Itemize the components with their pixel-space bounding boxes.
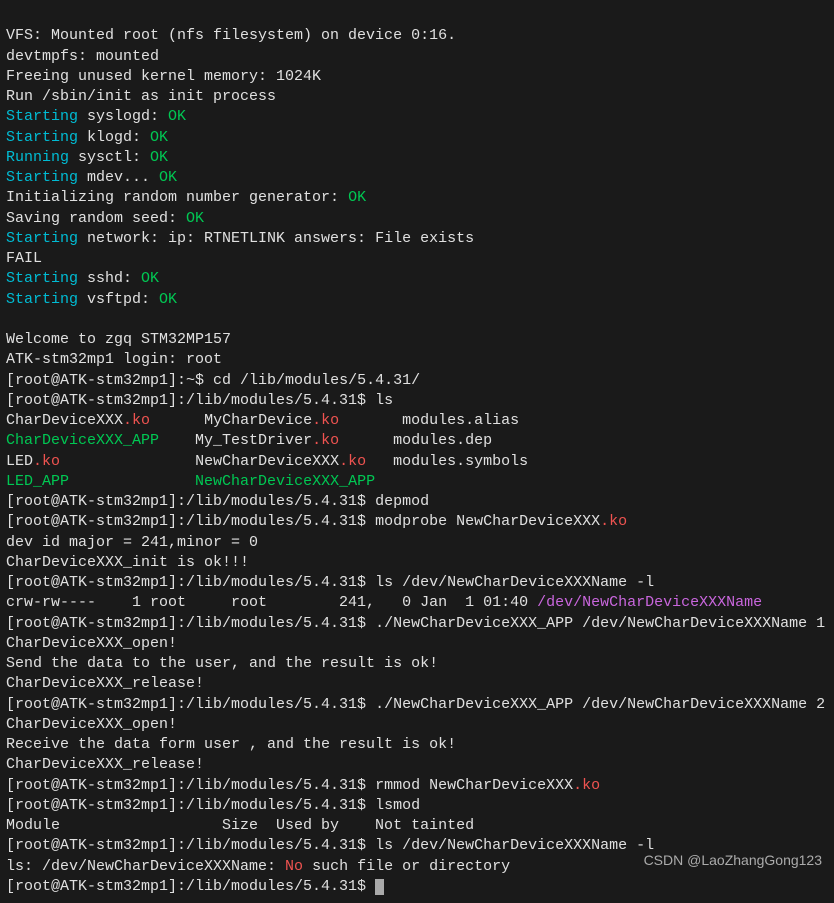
svc-label: Running xyxy=(6,149,69,166)
cmd-cd: cd /lib/modules/5.4.31/ xyxy=(213,372,420,389)
svc-label: Starting xyxy=(6,108,78,125)
svc-status-ok: OK xyxy=(150,149,168,166)
boot-line: Freeing unused kernel memory: 1024K xyxy=(6,68,321,85)
ls-file: MyCharDevice xyxy=(204,412,312,429)
svc-name: Saving random seed: xyxy=(6,210,186,227)
prompt: [root@ATK-stm32mp1]:/lib/modules/5.4.31$ xyxy=(6,615,375,632)
ko-ext: .ko xyxy=(123,412,150,429)
svc-name: mdev... xyxy=(78,169,159,186)
ls-exe: LED_APP xyxy=(6,473,69,490)
prompt: [root@ATK-stm32mp1]:/lib/modules/5.4.31$ xyxy=(6,797,375,814)
svc-name: sysctl: xyxy=(69,149,150,166)
svc-name: vsftpd: xyxy=(78,291,159,308)
cmd-ls: ls xyxy=(375,392,393,409)
prompt: [root@ATK-stm32mp1]:~$ xyxy=(6,372,213,389)
svc-name: Initializing random number generator: xyxy=(6,189,348,206)
svc-label: Starting xyxy=(6,230,78,247)
prompt: [root@ATK-stm32mp1]:/lib/modules/5.4.31$ xyxy=(6,513,375,530)
ls-file: NewCharDeviceXXX xyxy=(195,453,339,470)
out-line: dev id major = 241,minor = 0 xyxy=(6,534,258,551)
ls-file: My_TestDriver xyxy=(195,432,312,449)
cmd-runapp: ./NewCharDeviceXXX_APP /dev/NewCharDevic… xyxy=(375,615,825,632)
out-line: CharDeviceXXX_release! xyxy=(6,675,204,692)
svc-status-ok: OK xyxy=(186,210,204,227)
svc-label: Starting xyxy=(6,169,78,186)
out-line: Send the data to the user, and the resul… xyxy=(6,655,438,672)
boot-line: Run /sbin/init as init process xyxy=(6,88,276,105)
out-line: Receive the data form user , and the res… xyxy=(6,736,456,753)
cmd-lsmod: lsmod xyxy=(375,797,420,814)
cmd-lsdev: ls /dev/NewCharDeviceXXXName -l xyxy=(375,574,654,591)
welcome-banner: Welcome to zgq STM32MP157 xyxy=(6,331,231,348)
ls-exe: NewCharDeviceXXX_APP xyxy=(195,473,375,490)
ko-ext: .ko xyxy=(312,432,339,449)
ko-ext: .ko xyxy=(33,453,60,470)
login-prompt: ATK-stm32mp1 login: root xyxy=(6,351,222,368)
prompt: [root@ATK-stm32mp1]:/lib/modules/5.4.31$ xyxy=(6,493,375,510)
prompt: [root@ATK-stm32mp1]:/lib/modules/5.4.31$ xyxy=(6,777,375,794)
boot-line: VFS: Mounted root (nfs filesystem) on de… xyxy=(6,27,456,44)
out-line: CharDeviceXXX_open! xyxy=(6,716,177,733)
svc-status-ok: OK xyxy=(159,291,177,308)
prompt: [root@ATK-stm32mp1]:/lib/modules/5.4.31$ xyxy=(6,837,375,854)
lsmod-header: Module Size Used by Not tainted xyxy=(6,817,474,834)
ls-file: CharDeviceXXX xyxy=(6,412,123,429)
ls-file: LED xyxy=(6,453,33,470)
svc-status-ok: OK xyxy=(150,129,168,146)
boot-line: devtmpfs: mounted xyxy=(6,48,159,65)
err-prefix: ls: /dev/NewCharDeviceXXXName: xyxy=(6,858,285,875)
svc-label: Starting xyxy=(6,291,78,308)
ko-ext: .ko xyxy=(573,777,600,794)
svc-name: klogd: xyxy=(78,129,150,146)
svc-status-ok: OK xyxy=(159,169,177,186)
ko-ext: .ko xyxy=(339,453,366,470)
ko-ext: .ko xyxy=(600,513,627,530)
ls-file: modules.dep xyxy=(393,432,492,449)
svc-label: Starting xyxy=(6,270,78,287)
svc-status-ok: OK xyxy=(141,270,159,287)
svc-status-fail: FAIL xyxy=(6,250,42,267)
out-line: CharDeviceXXX_release! xyxy=(6,756,204,773)
ls-file: modules.symbols xyxy=(393,453,528,470)
cmd-runapp: ./NewCharDeviceXXX_APP /dev/NewCharDevic… xyxy=(375,696,825,713)
svc-label: Starting xyxy=(6,129,78,146)
svc-status-ok: OK xyxy=(168,108,186,125)
watermark: CSDN @LaoZhangGong123 xyxy=(644,851,822,870)
ko-ext: .ko xyxy=(312,412,339,429)
cursor[interactable] xyxy=(375,879,384,895)
prompt: [root@ATK-stm32mp1]:/lib/modules/5.4.31$ xyxy=(6,878,375,895)
cmd-modprobe: modprobe NewCharDeviceXXX xyxy=(375,513,600,530)
out-line: CharDeviceXXX_open! xyxy=(6,635,177,652)
ls-devpath: /dev/NewCharDeviceXXXName xyxy=(537,594,762,611)
terminal-output[interactable]: VFS: Mounted root (nfs filesystem) on de… xyxy=(6,6,828,897)
prompt: [root@ATK-stm32mp1]:/lib/modules/5.4.31$ xyxy=(6,574,375,591)
ls-exe: CharDeviceXXX_APP xyxy=(6,432,159,449)
cmd-depmod: depmod xyxy=(375,493,429,510)
err-suffix: such file or directory xyxy=(303,858,510,875)
cmd-rmmod: rmmod NewCharDeviceXXX xyxy=(375,777,573,794)
svc-name: network: ip: RTNETLINK answers: File exi… xyxy=(78,230,474,247)
svc-name: sshd: xyxy=(78,270,141,287)
svc-name: syslogd: xyxy=(78,108,168,125)
prompt: [root@ATK-stm32mp1]:/lib/modules/5.4.31$ xyxy=(6,392,375,409)
out-line: CharDeviceXXX_init is ok!!! xyxy=(6,554,249,571)
cmd-lsdev: ls /dev/NewCharDeviceXXXName -l xyxy=(375,837,654,854)
svc-status-ok: OK xyxy=(348,189,366,206)
ls-file: modules.alias xyxy=(402,412,519,429)
prompt: [root@ATK-stm32mp1]:/lib/modules/5.4.31$ xyxy=(6,696,375,713)
ls-perms: crw-rw---- 1 root root 241, 0 Jan 1 01:4… xyxy=(6,594,537,611)
err-no: No xyxy=(285,858,303,875)
